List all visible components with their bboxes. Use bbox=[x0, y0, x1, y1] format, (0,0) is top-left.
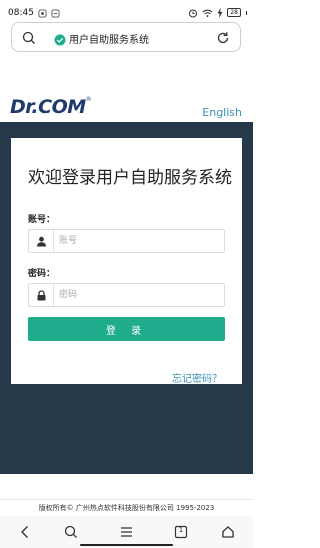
wifi-icon bbox=[202, 3, 213, 22]
account-label: 账号： bbox=[28, 215, 56, 225]
lock-icon bbox=[29, 284, 54, 306]
notification-icon bbox=[38, 3, 47, 22]
search-icon[interactable] bbox=[22, 30, 36, 49]
account-input[interactable] bbox=[59, 232, 219, 250]
login-button[interactable]: 登 录 bbox=[28, 317, 225, 341]
language-link[interactable]: English bbox=[202, 106, 242, 119]
tab-count: 1 bbox=[178, 526, 184, 534]
address-bar[interactable]: 用户自助服务系统 bbox=[11, 22, 241, 52]
login-title: 欢迎登录用户自助服务系统 bbox=[28, 168, 232, 188]
drcom-logo: Dr.COM® bbox=[10, 96, 92, 118]
battery-level: 28 bbox=[230, 9, 238, 16]
menu-icon[interactable] bbox=[116, 523, 136, 541]
status-right: 28 bbox=[188, 3, 247, 22]
logo-registered-mark: ® bbox=[85, 96, 92, 103]
home-icon[interactable] bbox=[218, 523, 238, 541]
search-icon[interactable] bbox=[61, 523, 81, 541]
battery-tip bbox=[246, 10, 247, 15]
status-time: 08:45 bbox=[8, 7, 34, 18]
back-icon[interactable] bbox=[15, 523, 35, 541]
shield-check-icon bbox=[54, 31, 66, 50]
password-input-group bbox=[28, 283, 225, 307]
notification-icon bbox=[51, 3, 60, 22]
copyright-footer: 版权所有© 广州热点软件科技股份有限公司 1995-2023 bbox=[0, 499, 253, 515]
browser-page: 08:45 28 用户自助服务系统 Dr.COM® English 欢迎登录用户… bbox=[0, 0, 253, 548]
battery-icon: 28 bbox=[227, 8, 241, 17]
user-icon bbox=[29, 230, 54, 252]
password-label: 密码： bbox=[28, 269, 56, 279]
status-left: 08:45 bbox=[8, 3, 60, 22]
logo-text: Dr.COM bbox=[10, 96, 86, 118]
charging-icon bbox=[217, 3, 223, 22]
home-indicator bbox=[80, 544, 173, 546]
alarm-icon bbox=[188, 3, 198, 22]
status-bar: 08:45 28 bbox=[0, 0, 253, 18]
address-text[interactable]: 用户自助服务系统 bbox=[69, 31, 149, 46]
forgot-password-link[interactable]: 忘记密码？ bbox=[172, 370, 222, 385]
tabs-button[interactable]: 1 bbox=[171, 523, 191, 541]
password-input[interactable] bbox=[59, 286, 219, 304]
account-input-group bbox=[28, 229, 225, 253]
refresh-icon[interactable] bbox=[216, 30, 230, 49]
login-card: 欢迎登录用户自助服务系统 账号： 密码： 登 录 忘记密码？ bbox=[11, 138, 242, 385]
